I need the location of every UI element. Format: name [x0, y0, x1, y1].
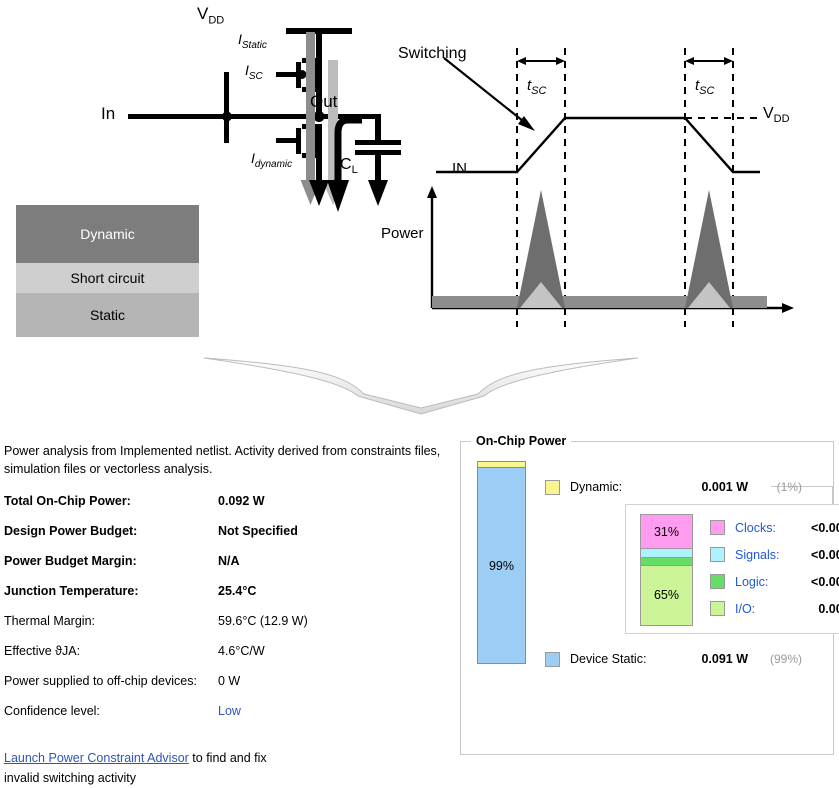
confidence-level-value: Low	[218, 704, 241, 719]
on-chip-power-total-bar[interactable]: 99%	[477, 461, 526, 664]
dynamic-breakdown-box: 31% 65% Clocks: <0.001 W (31%) Signals: …	[625, 504, 839, 634]
summary-row: Confidence level: Low	[4, 704, 452, 734]
total-bar-segment-device-static[interactable]: 99%	[478, 468, 525, 663]
legend-label-device-static: Device Static:	[570, 652, 647, 666]
legend-value-io: 0.001 W	[818, 601, 839, 616]
advisor-tail-text: to find and fix	[188, 751, 267, 766]
legend-label-dynamic: Dynamic:	[570, 480, 623, 494]
schematic-idynamic-label: Idynamic	[251, 150, 293, 170]
summary-key: Total On-Chip Power:	[4, 494, 131, 509]
legend-label-clocks: Clocks:	[735, 520, 776, 535]
power-summary-text-panel: Power analysis from Implemented netlist.…	[4, 442, 452, 788]
schematic-vdd-label: VDD	[197, 4, 225, 27]
timing-vdd-label: VDD	[763, 105, 790, 126]
swatch-dynamic-icon	[545, 479, 560, 495]
on-chip-power-legend-column: Dynamic: 0.001 W (1%) 31% 65% Clocks: <0…	[545, 442, 839, 754]
summary-key: Power supplied to off-chip devices:	[4, 674, 197, 689]
summary-value: 25.4°C	[218, 584, 257, 599]
dynamic-breakdown-legend: Clocks: <0.001 W (31%) Signals: <0.001 W…	[710, 514, 839, 622]
power-summary-description: Power analysis from Implemented netlist.…	[4, 444, 441, 477]
schematic-cl-label: CL	[340, 156, 358, 177]
swatch-clocks-icon	[710, 520, 725, 535]
breakdown-bar-segment-signals[interactable]	[641, 549, 692, 558]
power-constraint-advisor-block: Launch Power Constraint Advisor to find …	[4, 748, 452, 788]
legend-row-device-static[interactable]: Device Static: 0.091 W (99%)	[545, 648, 802, 670]
funnel-connector-graphic	[203, 357, 639, 415]
timing-tsc-label-2: tSC	[695, 77, 715, 97]
dynamic-breakdown-bar[interactable]: 31% 65%	[640, 514, 693, 626]
switching-power-timing-diagram	[427, 48, 794, 327]
legend-segment-static: Static	[16, 293, 199, 337]
launch-power-constraint-advisor-link[interactable]: Launch Power Constraint Advisor	[4, 751, 189, 765]
legend-value-device-static: 0.091 W	[701, 652, 748, 666]
summary-row: Effective ϑJA: 4.6°C/W	[4, 644, 452, 674]
timing-power-label: Power	[381, 225, 424, 242]
summary-key: Junction Temperature:	[4, 584, 139, 599]
summary-row: Power supplied to off-chip devices: 0 W	[4, 674, 452, 704]
legend-percent-dynamic: (1%)	[776, 480, 802, 494]
legend-label-signals: Signals:	[735, 547, 780, 562]
summary-key: Confidence level:	[4, 704, 100, 719]
legend-label-logic: Logic:	[735, 574, 769, 589]
on-chip-power-panel: On-Chip Power 99% Dynamic: 0.001 W (1%) …	[460, 434, 839, 755]
summary-row: Junction Temperature: 25.4°C	[4, 584, 452, 614]
summary-value: 59.6°C (12.9 W)	[218, 614, 308, 629]
swatch-logic-icon	[710, 574, 725, 589]
timing-switching-label: Switching	[398, 45, 467, 62]
legend-label-io: I/O:	[735, 601, 756, 616]
timing-in-label: IN	[452, 160, 467, 177]
summary-value: 4.6°C/W	[218, 644, 265, 659]
swatch-signals-icon	[710, 547, 725, 562]
summary-value: 0 W	[218, 674, 241, 689]
summary-row: Design Power Budget: Not Specified	[4, 524, 452, 554]
summary-key: Thermal Margin:	[4, 614, 95, 629]
summary-row: Power Budget Margin: N/A	[4, 554, 452, 584]
summary-value: 0.092 W	[218, 494, 265, 509]
legend-value-signals: <0.001 W	[811, 547, 839, 562]
summary-row: Thermal Margin: 59.6°C (12.9 W)	[4, 614, 452, 644]
swatch-io-icon	[710, 601, 725, 616]
timing-tsc-label-1: tSC	[527, 77, 547, 97]
legend-row-logic[interactable]: Logic: <0.001 W (1%)	[710, 568, 839, 595]
summary-key: Effective ϑJA:	[4, 644, 81, 659]
power-component-legend: Dynamic Short circuit Static	[16, 205, 199, 337]
breakdown-bar-segment-clocks[interactable]: 31%	[641, 515, 692, 550]
breakdown-bar-segment-io[interactable]: 65%	[641, 565, 692, 625]
legend-segment-short-circuit: Short circuit	[16, 263, 199, 293]
summary-value: Not Specified	[218, 524, 298, 539]
legend-row-clocks[interactable]: Clocks: <0.001 W (31%)	[710, 514, 839, 541]
schematic-isc-label: ISC	[245, 62, 263, 82]
legend-percent-device-static: (99%)	[769, 652, 802, 666]
legend-row-io[interactable]: I/O: 0.001 W (65%)	[710, 595, 839, 622]
legend-value-dynamic: 0.001 W	[701, 480, 748, 494]
breakdown-bar-segment-logic[interactable]	[641, 557, 692, 566]
advisor-second-line: invalid switching activity	[4, 771, 136, 786]
power-concept-figure: VDD In Out CL IStatic ISC Idynamic Dynam…	[0, 0, 839, 430]
swatch-device-static-icon	[545, 651, 560, 667]
legend-segment-dynamic: Dynamic	[16, 205, 199, 263]
legend-value-clocks: <0.001 W	[811, 520, 839, 535]
legend-row-signals[interactable]: Signals: <0.001 W (3%)	[710, 541, 839, 568]
summary-key: Design Power Budget:	[4, 524, 138, 539]
summary-key: Power Budget Margin:	[4, 554, 137, 569]
schematic-istatic-label: IStatic	[238, 31, 267, 51]
summary-value: N/A	[218, 554, 240, 569]
legend-value-logic: <0.001 W	[811, 574, 839, 589]
schematic-in-label: In	[101, 104, 116, 123]
schematic-out-label: Out	[310, 92, 338, 111]
legend-row-dynamic[interactable]: Dynamic: 0.001 W (1%)	[545, 476, 802, 498]
summary-row: Total On-Chip Power: 0.092 W	[4, 494, 452, 524]
